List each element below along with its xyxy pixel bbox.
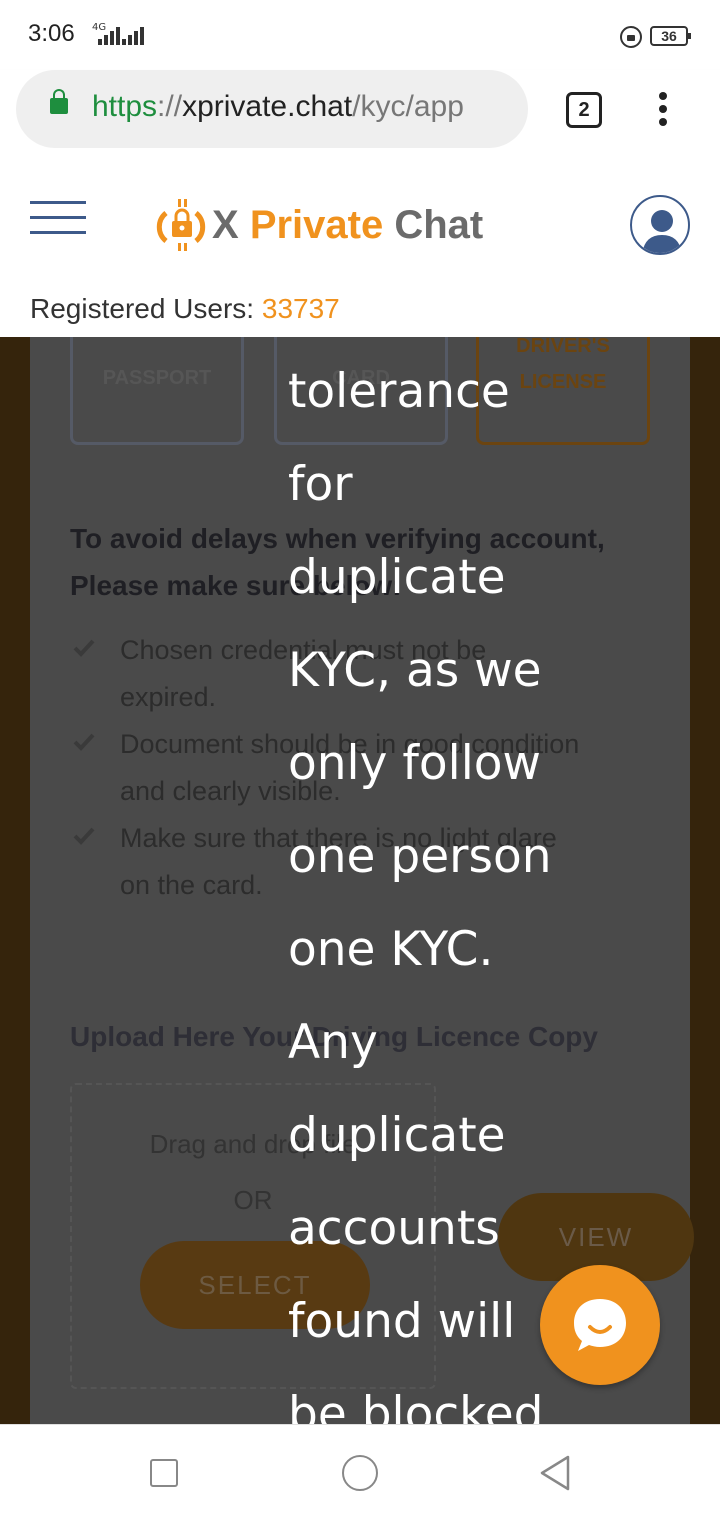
signal-icon-2	[122, 26, 146, 45]
overlay-line: for	[288, 457, 353, 512]
checkmark-icon	[73, 827, 95, 845]
signal-icon	[98, 26, 122, 45]
overlay-line: duplicate	[288, 1108, 506, 1163]
overlay-line: KYC, as we	[288, 643, 542, 698]
passport-option[interactable]: PASSPORT	[70, 337, 244, 445]
checkmark-icon	[73, 639, 95, 657]
rotation-lock-icon	[620, 26, 642, 48]
back-icon[interactable]	[538, 1453, 572, 1493]
logo-icon	[156, 199, 206, 251]
overlay-line: accounts	[288, 1201, 500, 1256]
url-scheme: https	[92, 90, 158, 123]
lock-icon	[50, 89, 68, 114]
checkmark-icon	[73, 733, 95, 751]
overlay-message: tolerance for duplicate KYC, as we only …	[288, 345, 688, 1424]
overlay-line: only follow	[288, 736, 541, 791]
home-icon[interactable]	[342, 1455, 378, 1491]
overlay-line: duplicate	[288, 550, 506, 605]
hamburger-menu-icon[interactable]	[30, 201, 86, 249]
more-options-icon[interactable]	[656, 92, 670, 132]
site-logo[interactable]: X Private Chat	[212, 203, 483, 248]
overlay-line: one person	[288, 829, 552, 884]
kyc-content: PASSPORT CARD DRIVER'S LICENSE To avoid …	[0, 337, 720, 1424]
battery-icon: 36	[650, 26, 691, 46]
url-bar[interactable]: https://xprivate.chat/kyc/app	[16, 70, 528, 148]
url-text: https://xprivate.chat/kyc/app	[92, 90, 464, 124]
site-header: X Private Chat Registered Users: 33737	[0, 165, 720, 337]
overlay-line: tolerance	[288, 364, 510, 419]
overlay-line: Any	[288, 1015, 378, 1070]
logo-private: Private	[249, 203, 384, 247]
status-bar: 3:06 4G 36	[0, 0, 720, 70]
logo-chat: Chat	[394, 203, 484, 247]
system-nav-bar	[0, 1424, 720, 1520]
logo-x: X	[212, 203, 239, 247]
recents-icon[interactable]	[150, 1459, 178, 1487]
registered-count: 33737	[261, 293, 340, 324]
registered-users: Registered Users: 33737	[30, 293, 340, 325]
overlay-line: one KYC.	[288, 922, 494, 977]
url-host: xprivate.chat	[182, 90, 353, 123]
chat-button[interactable]	[540, 1265, 660, 1385]
url-separator: ://	[157, 90, 183, 123]
status-time: 3:06	[28, 20, 75, 47]
user-avatar-icon[interactable]	[630, 195, 690, 255]
registered-label: Registered Users:	[30, 293, 255, 324]
tab-switcher-button[interactable]: 2	[566, 92, 602, 128]
chat-bubble-icon	[574, 1299, 626, 1351]
browser-toolbar: https://xprivate.chat/kyc/app 2	[0, 70, 720, 165]
url-path: /kyc/app	[352, 90, 464, 123]
